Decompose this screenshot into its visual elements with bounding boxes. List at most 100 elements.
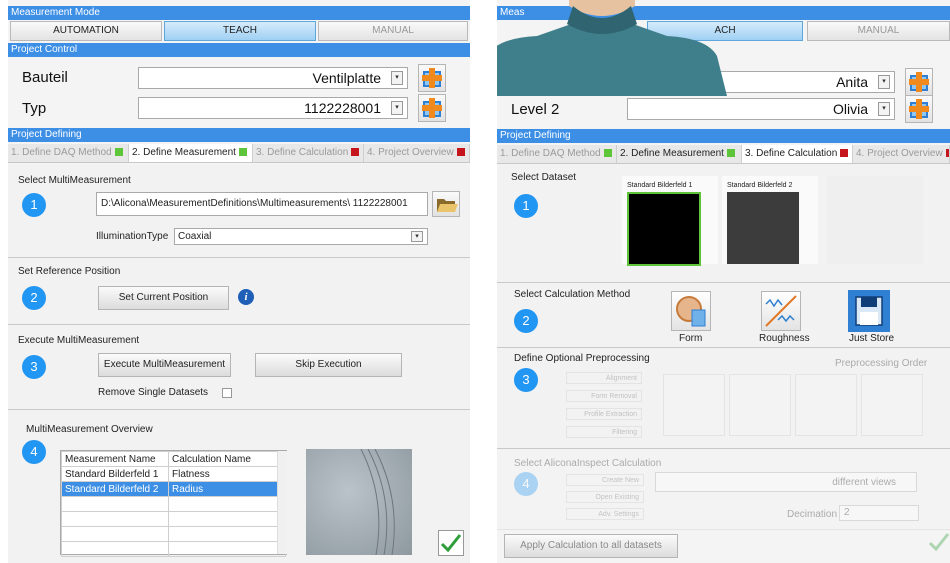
- filtering-button[interactable]: Filtering: [566, 426, 642, 438]
- measurement-table[interactable]: Measurement Name Calculation Name Standar…: [60, 450, 287, 557]
- dataset-card-empty: [827, 176, 923, 264]
- typ-value: 1122228001: [304, 100, 381, 116]
- column-header[interactable]: Measurement Name: [61, 451, 169, 467]
- bauteil-value: Ventilplatte: [312, 70, 382, 86]
- form-removal-button[interactable]: Form Removal: [566, 390, 642, 402]
- table-row: [61, 541, 286, 557]
- step-circle: 2: [514, 309, 538, 333]
- section-title: Select MultiMeasurement: [18, 175, 131, 186]
- mode-manual-button[interactable]: MANUAL: [807, 21, 950, 41]
- select-multimeasurement-section: Select MultiMeasurement 1 D:\Alicona\Mea…: [8, 165, 470, 258]
- tab-define-calculation[interactable]: 3. Define Calculation: [253, 144, 364, 162]
- project-defining-header: Project Defining: [8, 128, 470, 142]
- add-typ-button[interactable]: [418, 94, 446, 122]
- table-row: [61, 511, 286, 527]
- tab-define-daq[interactable]: 1. Define DAQ Method: [497, 145, 617, 163]
- status-led: [456, 148, 465, 156]
- chevron-down-icon[interactable]: ▾: [391, 101, 403, 115]
- table-cell: Standard Bilderfeld 2: [61, 481, 169, 497]
- apply-calculation-button[interactable]: Apply Calculation to all datasets: [504, 534, 678, 558]
- execute-section: Execute MultiMeasurement 3 Execute Multi…: [8, 325, 470, 410]
- person-illustration: [497, 0, 727, 96]
- table-row[interactable]: Standard Bilderfeld 2 Radius: [61, 481, 286, 497]
- step-circle: 4: [514, 472, 538, 496]
- form-icon: [676, 296, 706, 327]
- confirm-check-icon[interactable]: [438, 530, 464, 556]
- preprocessing-slot: [795, 374, 857, 436]
- reference-position-section: Set Reference Position 2 Set Current Pos…: [8, 258, 470, 325]
- right-window: Meas ACH MANUAL Anita ▾ Level 2 Olivia ▾…: [497, 0, 950, 563]
- level2-combo[interactable]: Olivia ▾: [627, 98, 895, 120]
- section-title: MultiMeasurement Overview: [26, 424, 153, 435]
- dataset-name: Standard Bilderfeld 2: [727, 182, 793, 189]
- measurement-mode-header: Measurement Mode: [8, 6, 470, 20]
- open-existing-button[interactable]: Open Existing: [566, 491, 644, 503]
- decimation-value: 2: [844, 507, 850, 518]
- tab-project-overview[interactable]: 4. Project Overview: [364, 144, 470, 162]
- just-store-method-button[interactable]: [848, 290, 890, 332]
- table-scrollbar[interactable]: [277, 451, 287, 554]
- step-tabs: 1. Define DAQ Method 2. Define Measureme…: [497, 145, 950, 164]
- decimation-select[interactable]: 2: [839, 505, 919, 521]
- folder-open-icon: [437, 199, 458, 212]
- info-icon[interactable]: i: [238, 289, 254, 305]
- tab-project-overview[interactable]: 4. Project Overview: [853, 145, 950, 163]
- surface-preview-image: [306, 448, 412, 556]
- tab-define-measurement[interactable]: 2. Define Measurement: [129, 144, 253, 162]
- just-store-method-label: Just Store: [849, 333, 895, 344]
- column-header[interactable]: Calculation Name: [168, 451, 286, 467]
- section-title: Select Calculation Method: [514, 289, 631, 300]
- skip-execution-button[interactable]: Skip Execution: [255, 353, 402, 377]
- preprocessing-slot: [729, 374, 791, 436]
- chevron-down-icon[interactable]: ▾: [878, 75, 890, 89]
- confirm-check-icon[interactable]: [927, 530, 950, 556]
- add-folder-icon: [422, 68, 442, 88]
- form-method-button[interactable]: [671, 291, 711, 331]
- dataset-name: Standard Bilderfeld 1: [627, 182, 693, 189]
- profile-extraction-button[interactable]: Profile Extraction: [566, 408, 642, 420]
- dataset-card[interactable]: Standard Bilderfeld 2: [722, 176, 818, 264]
- level2-label: Level 2: [511, 101, 560, 118]
- roughness-method-button[interactable]: [761, 291, 801, 331]
- views-select[interactable]: different views: [655, 472, 917, 492]
- add-level2-button[interactable]: [905, 95, 933, 123]
- section-title: Set Reference Position: [18, 266, 121, 277]
- typ-label: Typ: [22, 100, 47, 117]
- chevron-down-icon[interactable]: ▾: [878, 102, 890, 116]
- bauteil-combo[interactable]: Ventilplatte ▾: [138, 67, 408, 89]
- table-cell: Flatness: [168, 466, 286, 482]
- select-dataset-section: Select Dataset 1 Standard Bilderfeld 1 S…: [497, 164, 950, 283]
- chevron-down-icon[interactable]: ▾: [411, 231, 423, 242]
- mode-teach-button[interactable]: TEACH: [164, 21, 316, 41]
- tab-define-calculation[interactable]: 3. Define Calculation: [742, 145, 853, 163]
- set-current-position-button[interactable]: Set Current Position: [98, 286, 229, 310]
- tab-define-measurement[interactable]: 2. Define Measurement: [617, 145, 742, 163]
- tab-label: 3. Define Calculation: [745, 148, 838, 159]
- tab-define-daq[interactable]: 1. Define DAQ Method: [8, 144, 129, 162]
- mode-automation-button[interactable]: AUTOMATION: [10, 21, 162, 41]
- save-icon: [855, 296, 883, 326]
- add-bauteil-button[interactable]: [418, 64, 446, 92]
- alignment-button[interactable]: Alignment: [566, 372, 642, 384]
- status-led: [945, 149, 949, 157]
- create-new-button[interactable]: Create New: [566, 474, 644, 486]
- path-field[interactable]: D:\Alicona\MeasurementDefinitions\Multim…: [96, 192, 428, 216]
- remove-datasets-checkbox[interactable]: [222, 388, 232, 398]
- step-circle: 3: [514, 368, 538, 392]
- table-row[interactable]: Standard Bilderfeld 1 Flatness: [61, 466, 286, 482]
- decimation-label: Decimation: [787, 509, 838, 520]
- browse-folder-button[interactable]: [432, 191, 460, 217]
- adv-settings-button[interactable]: Adv. Settings: [566, 508, 644, 520]
- illumination-select[interactable]: Coaxial ▾: [174, 228, 428, 245]
- mode-manual-button[interactable]: MANUAL: [318, 21, 468, 41]
- step-tabs: 1. Define DAQ Method 2. Define Measureme…: [8, 144, 470, 163]
- typ-combo[interactable]: 1122228001 ▾: [138, 97, 408, 119]
- calc-method-section: Select Calculation Method 2 Form Roughne…: [497, 283, 950, 348]
- remove-datasets-label: Remove Single Datasets: [98, 387, 209, 398]
- dataset-thumbnail: [627, 192, 701, 266]
- execute-multimeasurement-button[interactable]: Execute MultiMeasurement: [98, 353, 231, 377]
- chevron-down-icon[interactable]: ▾: [391, 71, 403, 85]
- add-level1-button[interactable]: [905, 68, 933, 96]
- dataset-card[interactable]: Standard Bilderfeld 1: [622, 176, 718, 266]
- path-value: D:\Alicona\MeasurementDefinitions\Multim…: [101, 198, 408, 209]
